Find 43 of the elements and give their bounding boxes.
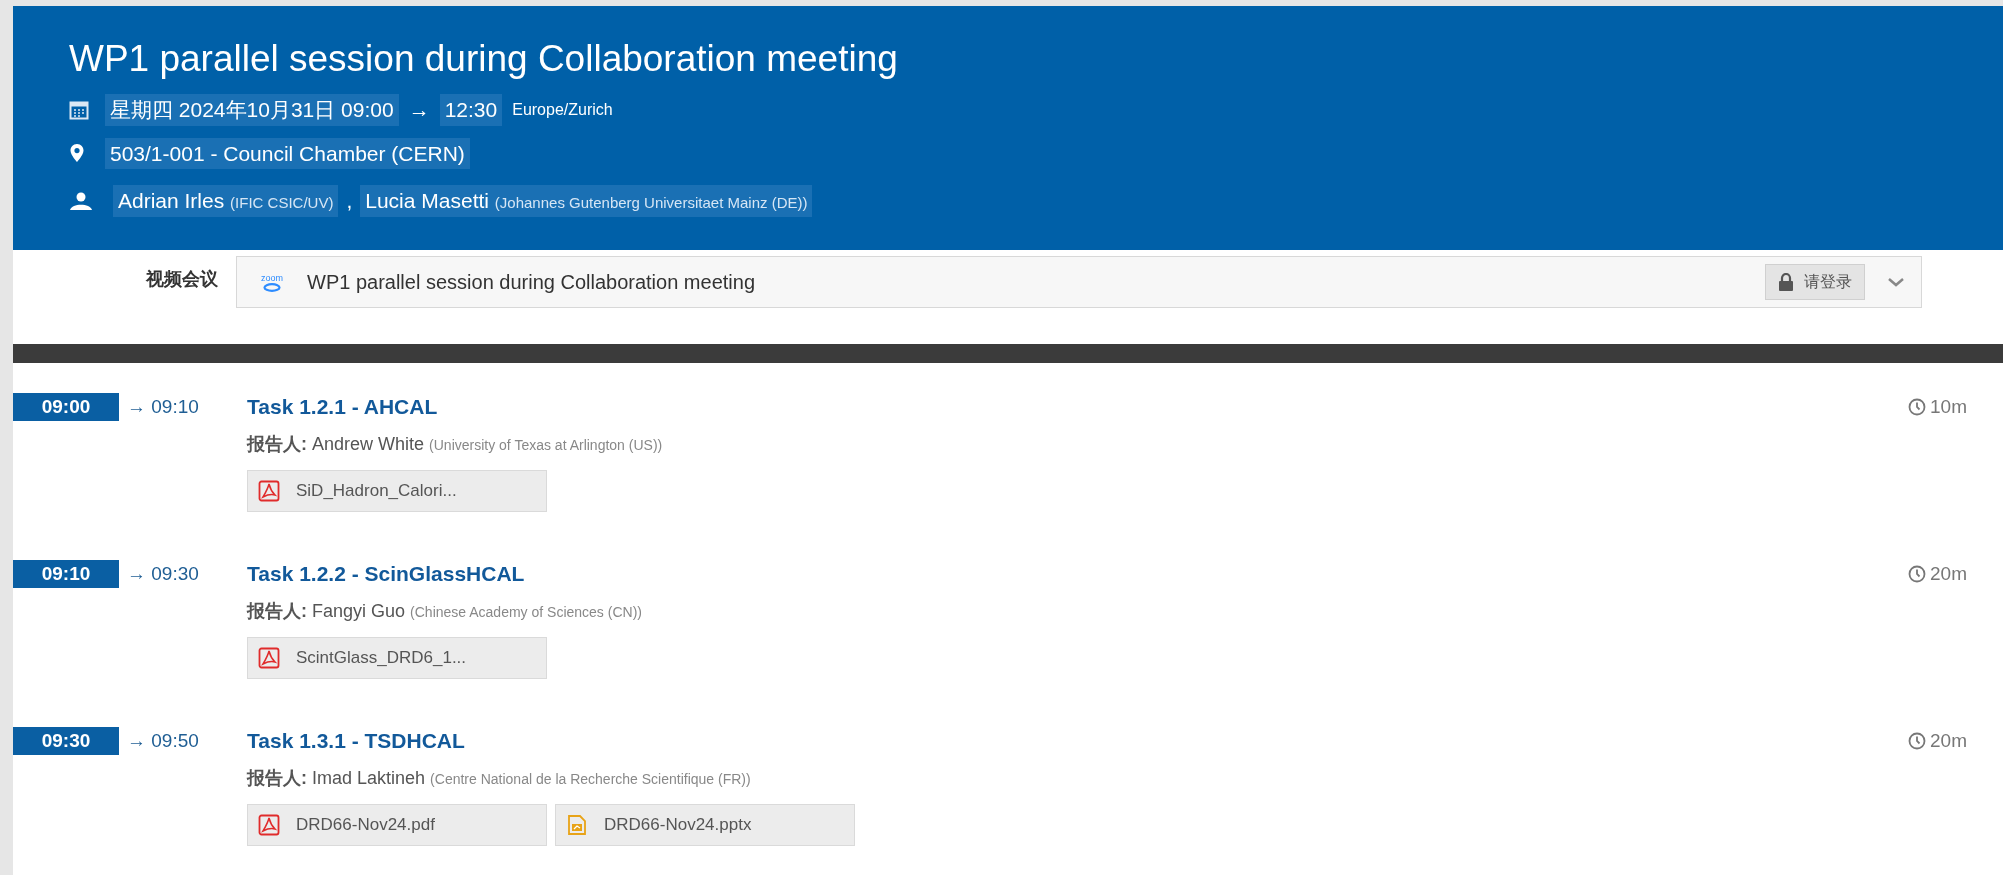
start-time-badge: 09:10 [13, 560, 119, 588]
person-icon [69, 191, 93, 210]
duration: 10m [1908, 393, 1967, 421]
chair-person[interactable]: Adrian Irles (IFIC CSIC/UV) [113, 185, 339, 217]
end-time: → 09:10 [127, 395, 199, 419]
attachment-button[interactable]: ScintGlass_DRD6_1... [247, 637, 547, 679]
start-date-time: 星期四 2024年10月31日 09:00 [105, 94, 399, 126]
pdf-icon [258, 814, 280, 836]
chevron-down-icon[interactable] [1887, 276, 1905, 288]
contribution-title[interactable]: Task 1.2.2 - ScinGlassHCAL [247, 560, 1909, 588]
end-time: → 09:30 [127, 562, 199, 586]
slides-file-icon [566, 814, 588, 836]
pdf-icon [258, 647, 280, 669]
start-time-badge: 09:30 [13, 727, 119, 755]
clock-icon [1908, 565, 1927, 583]
room-name: WP1 parallel session during Collaboration meeting [307, 270, 757, 295]
attachment-button[interactable]: SiD_Hadron_Calori... [247, 470, 547, 512]
clock-icon [1908, 398, 1927, 416]
duration: 20m [1908, 560, 1967, 588]
clock-icon [1908, 732, 1927, 750]
chair-person[interactable]: Lucia Masetti (Johannes Gutenberg Universitaet Mainz (DE)) [360, 185, 813, 217]
lock-icon [1778, 273, 1794, 291]
calendar-icon [69, 99, 89, 120]
date-arrow: → [408, 97, 430, 123]
contribution-title[interactable]: Task 1.2.1 - AHCAL [247, 393, 1909, 421]
videoconference-label: 视频会议 [145, 268, 219, 291]
pdf-icon [258, 480, 280, 502]
speaker: 报告人: Imad Laktineh (Centre National de la Recherche Scientifique (FR)) [247, 767, 752, 790]
attachment-button[interactable]: DRD66-Nov24.pptx [555, 804, 855, 846]
separator: , [346, 188, 353, 214]
start-time-badge: 09:00 [13, 393, 119, 421]
event-title: WP1 parallel session during Collaboration meeting [69, 37, 899, 81]
login-button[interactable]: 请登录 [1765, 264, 1865, 300]
end-time: 12:30 [439, 94, 503, 126]
map-pin-icon [69, 143, 85, 164]
timezone: Europe/Zurich [512, 99, 613, 120]
end-time: → 09:50 [127, 729, 199, 753]
attachment-button[interactable]: DRD66-Nov24.pdf [247, 804, 547, 846]
location: 503/1-001 - Council Chamber (CERN) [105, 137, 470, 169]
speaker: 报告人: Andrew White (University of Texas at Arlington (US)) [247, 433, 664, 456]
contribution-title[interactable]: Task 1.3.1 - TSDHCAL [247, 727, 1909, 755]
speaker: 报告人: Fangyi Guo (Chinese Academy of Sciences (CN)) [247, 600, 643, 623]
duration: 20m [1908, 727, 1967, 755]
